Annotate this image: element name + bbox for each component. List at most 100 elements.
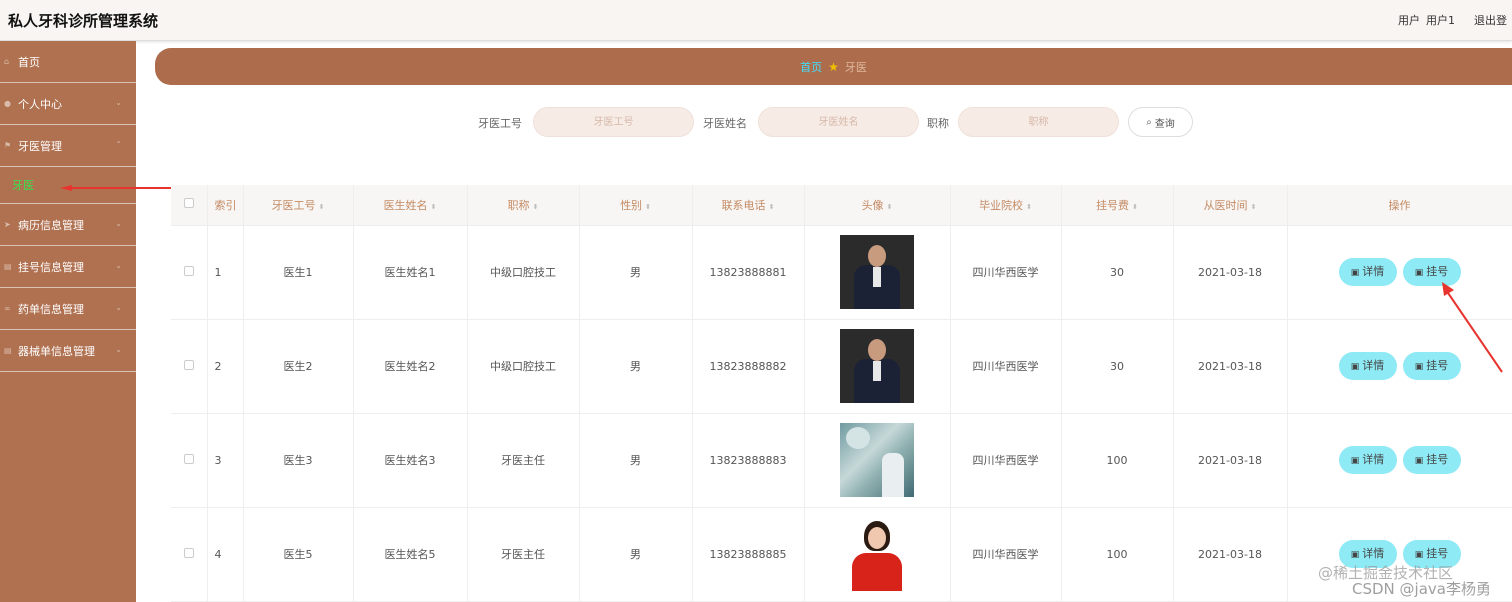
sort-icon: ⬍ <box>645 202 651 211</box>
cell-dentist-id: 医生5 <box>243 507 354 602</box>
chevron-up-icon: ⌃ <box>115 140 122 149</box>
column-header: 操作 <box>1287 185 1512 226</box>
search-label-dentist-name: 牙医姓名 <box>703 117 747 130</box>
column-header[interactable]: 从医时间 ⬍ <box>1173 185 1288 226</box>
detail-button[interactable]: ▣ 详情 <box>1338 352 1397 380</box>
column-header[interactable]: 牙医工号 ⬍ <box>243 185 354 226</box>
sidebar-item-registration[interactable]: ▤ 挂号信息管理 ⌄ <box>0 246 136 288</box>
table-row: 4 医生5 医生姓名5 牙医主任 男 13823888885 四川华西医学 10… <box>171 507 1512 602</box>
cell-title: 牙医主任 <box>467 413 580 508</box>
cell-actions: ▣ 详情 ▣ 挂号 <box>1287 413 1512 508</box>
annotation-arrow-icon <box>60 185 174 191</box>
top-header: 私人牙科诊所管理系统 用户 用户1 退出登 <box>0 0 1512 41</box>
breadcrumb-home[interactable]: 首页 <box>800 59 822 75</box>
search-icon: ⌕ <box>1146 116 1152 128</box>
cell-gender: 男 <box>579 413 693 508</box>
cell-school: 四川华西医学 <box>950 319 1062 414</box>
chevron-down-icon: ⌄ <box>115 303 122 312</box>
cell-phone: 13823888885 <box>692 507 805 602</box>
cell-title: 牙医主任 <box>467 507 580 602</box>
sidebar-item-home[interactable]: ⌂ 首页 <box>0 41 136 83</box>
cell-index: 1 <box>207 225 244 320</box>
column-header[interactable]: 性别 ⬍ <box>579 185 693 226</box>
cell-since: 2021-03-18 <box>1173 507 1288 602</box>
row-checkbox[interactable] <box>171 413 208 508</box>
cell-since: 2021-03-18 <box>1173 319 1288 414</box>
cell-gender: 男 <box>579 507 693 602</box>
cell-avatar <box>804 225 951 320</box>
sidebar-item-label: 器械单信息管理 <box>18 344 95 358</box>
cell-gender: 男 <box>579 319 693 414</box>
cell-dentist-id: 医生2 <box>243 319 354 414</box>
cell-school: 四川华西医学 <box>950 413 1062 508</box>
document-icon: ▣ <box>1350 456 1360 466</box>
table-row: 2 医生2 医生姓名2 中级口腔技工 男 13823888882 四川华西医学 … <box>171 319 1512 414</box>
avatar[interactable] <box>840 423 914 497</box>
breadcrumb: 首页 ★ 牙医 <box>155 48 1512 85</box>
cell-avatar <box>804 507 951 602</box>
search-bar: 牙医工号 牙医姓名 职称 ⌕查询 <box>0 107 1512 137</box>
cell-phone: 13823888882 <box>692 319 805 414</box>
sidebar-item-medical-records[interactable]: ➤ 病历信息管理 ⌄ <box>0 204 136 246</box>
register-button[interactable]: ▣ 挂号 <box>1402 446 1461 474</box>
column-header[interactable]: 挂号费 ⬍ <box>1061 185 1174 226</box>
cell-title: 中级口腔技工 <box>467 319 580 414</box>
cell-fee: 100 <box>1061 413 1174 508</box>
column-header[interactable]: 医生姓名 ⬍ <box>353 185 468 226</box>
search-button[interactable]: ⌕ 查询 <box>1128 107 1193 137</box>
detail-button[interactable]: ▣ 详情 <box>1338 446 1397 474</box>
row-checkbox[interactable] <box>171 507 208 602</box>
sidebar-item-prescriptions[interactable]: ∞ 药单信息管理 ⌄ <box>0 288 136 330</box>
cell-fee: 100 <box>1061 507 1174 602</box>
document-icon: ▣ <box>1350 550 1360 560</box>
search-input-dentist-id[interactable] <box>533 107 694 137</box>
avatar[interactable] <box>840 235 914 309</box>
user-name[interactable]: 用户1 <box>1426 14 1455 27</box>
chevron-down-icon: ⌄ <box>115 98 122 107</box>
avatar[interactable] <box>840 329 914 403</box>
table-row: 1 医生1 医生姓名1 中级口腔技工 男 13823888881 四川华西医学 … <box>171 225 1512 320</box>
dentist-table: 索引 牙医工号 ⬍ 医生姓名 ⬍ 职称 ⬍ 性别 ⬍ 联系电话 ⬍ 头像 ⬍ 毕业院校 ⬍ 挂… <box>171 185 1512 602</box>
select-all-checkbox[interactable] <box>171 185 208 226</box>
cell-phone: 13823888881 <box>692 225 805 320</box>
search-input-dentist-name[interactable] <box>758 107 919 137</box>
cell-since: 2021-03-18 <box>1173 225 1288 320</box>
cell-dentist-id: 医生1 <box>243 225 354 320</box>
row-checkbox[interactable] <box>171 225 208 320</box>
app-title: 私人牙科诊所管理系统 <box>8 12 159 30</box>
cell-fee: 30 <box>1061 225 1174 320</box>
chevron-down-icon: ⌄ <box>115 345 122 354</box>
cell-dentist-name: 医生姓名3 <box>353 413 468 508</box>
cell-dentist-name: 医生姓名5 <box>353 507 468 602</box>
column-header[interactable]: 头像 ⬍ <box>804 185 951 226</box>
sidebar-item-label: 挂号信息管理 <box>18 260 84 274</box>
row-checkbox[interactable] <box>171 319 208 414</box>
column-header[interactable]: 职称 ⬍ <box>467 185 580 226</box>
cell-dentist-id: 医生3 <box>243 413 354 508</box>
cell-index: 3 <box>207 413 244 508</box>
sort-icon: ⬍ <box>532 202 539 211</box>
search-label-dentist-id: 牙医工号 <box>478 117 522 130</box>
annotation-arrow-icon <box>1442 282 1503 373</box>
column-header[interactable]: 毕业院校 ⬍ <box>950 185 1062 226</box>
sort-icon: ⬍ <box>430 202 437 211</box>
list-icon: ▤ <box>4 346 12 355</box>
document-icon: ▣ <box>1414 550 1424 560</box>
home-icon: ⌂ <box>4 57 10 66</box>
sidebar-item-equipment[interactable]: ▤ 器械单信息管理 ⌄ <box>0 330 136 372</box>
logout-link[interactable]: 退出登 <box>1474 12 1507 28</box>
search-input-title[interactable] <box>958 107 1119 137</box>
cell-phone: 13823888883 <box>692 413 805 508</box>
detail-button[interactable]: ▣ 详情 <box>1338 258 1397 286</box>
document-icon: ▣ <box>1414 456 1424 466</box>
column-header[interactable]: 联系电话 ⬍ <box>692 185 805 226</box>
sort-icon: ⬍ <box>886 202 893 211</box>
sidebar-item-label: 牙医管理 <box>18 139 62 153</box>
sort-icon: ⬍ <box>1026 202 1032 211</box>
document-icon: ▣ <box>1414 362 1424 372</box>
cell-avatar <box>804 413 951 508</box>
list-icon: ▤ <box>4 262 12 271</box>
chevron-down-icon: ⌄ <box>115 219 122 228</box>
avatar[interactable] <box>840 517 914 591</box>
cell-school: 四川华西医学 <box>950 225 1062 320</box>
